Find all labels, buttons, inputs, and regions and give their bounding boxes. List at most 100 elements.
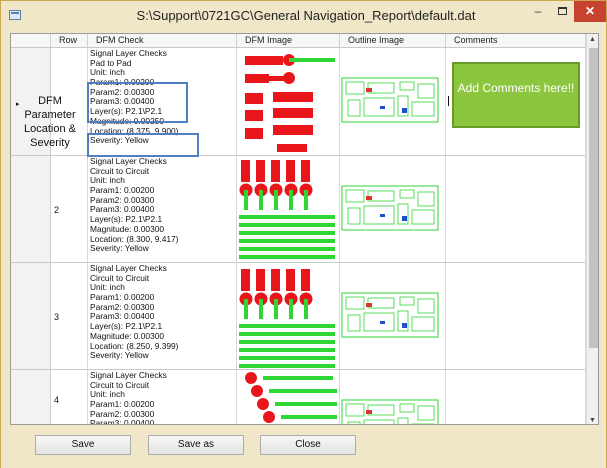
dfm-pad	[271, 269, 280, 291]
vertical-scrollbar[interactable]: ▲ ▼	[586, 34, 598, 424]
outline-image-cell[interactable]	[340, 156, 446, 263]
title-bar[interactable]: S:\Support\0721GC\General Navigation_Rep…	[1, 1, 606, 31]
dfm-trace	[275, 402, 337, 406]
dfm-trace	[289, 190, 293, 210]
dfm-image-cell[interactable]	[237, 263, 340, 370]
column-header-row[interactable]: Row	[51, 34, 88, 48]
maximize-button[interactable]	[550, 1, 574, 22]
dfm-pad	[241, 269, 250, 291]
dfm-trace	[259, 190, 263, 210]
close-window-button[interactable]: ✕	[574, 1, 606, 22]
dfm-trace	[239, 223, 335, 227]
dfm-trace	[239, 340, 335, 344]
scroll-thumb[interactable]	[589, 48, 598, 348]
dfm-image	[245, 372, 337, 423]
row-number-cell[interactable]: 3	[51, 263, 88, 370]
minimize-button[interactable]: –	[526, 1, 550, 22]
comments-cell[interactable]	[446, 156, 586, 263]
outline-image	[341, 399, 439, 424]
row-number: 4	[54, 395, 60, 405]
scroll-down-icon[interactable]: ▼	[589, 417, 596, 424]
dfm-image	[239, 160, 335, 259]
row-number-cell[interactable]: 4	[51, 370, 88, 424]
maximize-icon	[557, 7, 567, 15]
comments-cell[interactable]	[446, 370, 586, 424]
dfm-trace	[239, 324, 335, 328]
text-cursor	[448, 96, 449, 106]
dfm-trace	[274, 299, 278, 319]
dfm-image-cell[interactable]	[237, 156, 340, 263]
column-header-dfm-image[interactable]: DFM Image	[237, 34, 340, 48]
dfm-pad	[245, 372, 257, 384]
dfm-pad	[257, 398, 269, 410]
outline-marker	[366, 88, 372, 92]
dfm-pad	[271, 160, 280, 182]
dfm-image-cell[interactable]	[237, 48, 340, 156]
comments-cell[interactable]	[446, 263, 586, 370]
dfm-pad	[277, 144, 307, 152]
dfm-trace	[239, 215, 335, 219]
dfm-trace	[274, 190, 278, 210]
dfm-pad	[245, 74, 269, 83]
outline-image-cell[interactable]	[340, 370, 446, 424]
dfm-trace	[304, 299, 308, 319]
outline-component	[411, 423, 435, 424]
dfm-trace	[244, 190, 248, 210]
outline-image	[341, 77, 439, 123]
dfm-pad	[245, 110, 263, 121]
outline-image	[341, 292, 439, 338]
dfm-trace	[239, 348, 335, 352]
dfm-check-line: Severity: Yellow	[90, 350, 149, 361]
row-header[interactable]	[11, 263, 51, 370]
row-header[interactable]	[11, 370, 51, 424]
dfm-trace	[239, 255, 335, 259]
dfm-trace	[239, 332, 335, 336]
column-header-outline-image[interactable]: Outline Image	[340, 34, 446, 48]
outline-marker	[380, 321, 385, 324]
dfm-pad	[286, 160, 295, 182]
dfm-pad	[301, 160, 310, 182]
dfm-image-cell[interactable]	[237, 370, 340, 424]
column-header-comments[interactable]: Comments	[446, 34, 586, 48]
dfm-check-line: Param3: 0.00400	[90, 418, 155, 425]
scroll-up-icon[interactable]: ▲	[589, 36, 596, 43]
dfm-check-cell[interactable]: Signal Layer Checks Circuit to Circuit Uni…	[88, 263, 237, 370]
dfm-trace	[239, 231, 335, 235]
dfm-trace	[239, 247, 335, 251]
dfm-trace	[259, 299, 263, 319]
app-icon	[9, 10, 21, 20]
row-header[interactable]	[11, 156, 51, 263]
dfm-pad	[301, 269, 310, 291]
dfm-pad	[241, 160, 250, 182]
report-grid[interactable]: Row DFM Check DFM Image Outline Image Co…	[10, 33, 599, 425]
row-number-cell[interactable]: 2	[51, 156, 88, 263]
outline-marker	[366, 196, 372, 200]
dfm-pad	[286, 269, 295, 291]
outline-marker	[380, 214, 385, 217]
dfm-check-cell[interactable]: Signal Layer Checks Circuit to Circuit Uni…	[88, 370, 237, 425]
dfm-pad	[273, 92, 313, 102]
outline-marker	[402, 216, 407, 221]
outline-marker	[380, 106, 385, 109]
outline-marker	[366, 303, 372, 307]
save-as-button[interactable]: Save as	[148, 435, 244, 455]
dfm-pad	[273, 108, 313, 118]
column-header-dfm-check[interactable]: DFM Check	[88, 34, 237, 48]
param-callout-box	[87, 82, 188, 123]
dfm-trace	[239, 239, 335, 243]
close-button[interactable]: Close	[260, 435, 356, 455]
location-callout-box	[87, 133, 199, 157]
annotation-label: DFM Parameter Location & Severity	[24, 95, 76, 149]
dfm-trace	[244, 299, 248, 319]
dfm-trace	[269, 389, 337, 393]
outline-image-cell[interactable]	[340, 48, 446, 156]
outline-image-cell[interactable]	[340, 263, 446, 370]
dfm-image	[239, 269, 335, 368]
dfm-trace	[289, 58, 335, 62]
outline-marker	[366, 410, 372, 414]
dfm-pad	[256, 269, 265, 291]
outline-image	[341, 185, 439, 231]
dfm-trace	[239, 364, 335, 368]
save-button[interactable]: Save	[35, 435, 131, 455]
dfm-check-cell[interactable]: Signal Layer Checks Circuit to Circuit Uni…	[88, 156, 237, 263]
